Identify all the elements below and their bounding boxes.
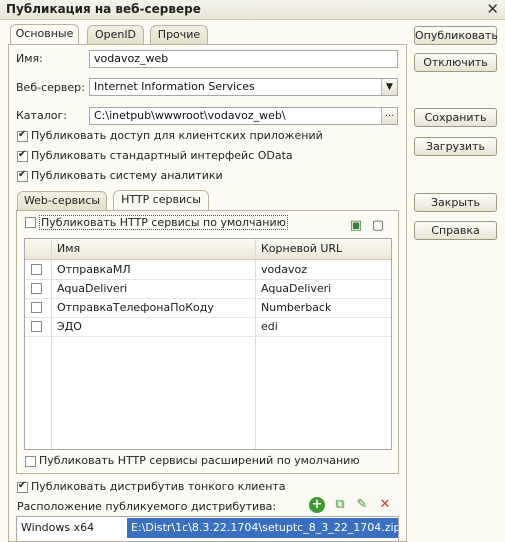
webserver-value: Internet Information Services	[94, 80, 255, 93]
save-button[interactable]: Сохранить	[414, 108, 497, 127]
row-path: E:\Distr\1c\8.3.22.1704\setuptc_8_3_22_1…	[127, 518, 398, 538]
publish-odata-label: Публиковать стандартный интерфейс OData	[31, 149, 293, 162]
copy-icon[interactable]: ⧉	[332, 497, 348, 513]
row-platform: Windows x64	[21, 521, 95, 534]
subtab-web-services[interactable]: Web-сервисы	[17, 191, 107, 211]
close-icon[interactable]: ✕	[486, 0, 499, 18]
load-button[interactable]: Загрузить	[414, 137, 497, 156]
table-row[interactable]: AquaDeliveri AquaDeliveri	[25, 279, 391, 299]
row-name: AquaDeliveri	[57, 282, 128, 295]
column-url-header: Корневой URL	[261, 242, 343, 255]
check-all-icon[interactable]: ▣	[348, 218, 364, 234]
row-url: vodavoz	[261, 263, 307, 276]
tab-main[interactable]: Основные	[10, 24, 79, 46]
delete-icon[interactable]: ✕	[377, 497, 393, 513]
browse-button[interactable]: ...	[381, 108, 397, 124]
publish-thin-client-checkbox[interactable]	[17, 480, 28, 493]
name-label: Имя:	[16, 52, 43, 65]
publish-analytics-label: Публиковать систему аналитики	[31, 169, 223, 182]
publish-http-default-label: Публиковать HTTP сервисы по умолчанию	[39, 215, 288, 230]
publish-thin-client-label: Публиковать дистрибутив тонкого клиента	[31, 480, 286, 493]
publish-analytics-checkbox[interactable]	[17, 169, 28, 182]
row-name: ОтправкаТелефонаПоКоду	[57, 301, 214, 314]
chevron-down-icon[interactable]: ▼	[381, 79, 397, 95]
edit-icon[interactable]: ✎	[354, 497, 370, 513]
add-icon[interactable]: +	[309, 497, 325, 513]
publish-client-access-label: Публиковать доступ для клиентских прилож…	[31, 129, 323, 142]
table-row[interactable]: Windows x64 E:\Distr\1c\8.3.22.1704\setu…	[17, 518, 398, 538]
row-checkbox[interactable]	[31, 321, 42, 332]
row-checkbox[interactable]	[31, 302, 42, 313]
row-name: ЭДО	[57, 320, 82, 333]
row-url: Numberback	[261, 301, 332, 314]
table-row[interactable]: ОтправкаМЛ vodavoz	[25, 260, 391, 280]
tab-other[interactable]: Прочие	[150, 25, 208, 45]
table-header: Имя Корневой URL	[25, 239, 391, 260]
webserver-label: Веб-сервер:	[16, 81, 85, 94]
catalog-field[interactable]: C:\inetpub\wwwroot\vodavoz_web\	[89, 107, 398, 125]
name-field[interactable]: vodavoz_web	[89, 50, 398, 68]
table-row[interactable]: ЭДО edi	[25, 317, 391, 337]
row-url: edi	[261, 320, 278, 333]
title-bar: Публикация на веб-сервере ✕	[0, 0, 505, 20]
row-checkbox[interactable]	[31, 264, 42, 275]
publish-client-access-checkbox[interactable]	[17, 129, 28, 142]
row-url: AquaDeliveri	[261, 282, 332, 295]
publish-http-default-checkbox[interactable]	[25, 217, 36, 228]
row-name: ОтправкаМЛ	[57, 263, 131, 276]
publish-http-ext-label: Публиковать HTTP сервисы расширений по у…	[39, 454, 360, 467]
help-button[interactable]: Справка	[414, 221, 497, 240]
row-checkbox[interactable]	[31, 283, 42, 294]
unpublish-button[interactable]: Отключить	[414, 53, 497, 72]
window-title: Публикация на веб-сервере	[6, 2, 201, 16]
distrib-table[interactable]: Windows x64 E:\Distr\1c\8.3.22.1704\setu…	[16, 516, 399, 541]
publish-odata-checkbox[interactable]	[17, 149, 28, 162]
tab-openid[interactable]: OpenID	[87, 25, 144, 45]
catalog-label: Каталог:	[16, 109, 67, 122]
webserver-select[interactable]: Internet Information Services	[89, 78, 398, 96]
publish-button[interactable]: Опубликовать	[414, 26, 498, 45]
http-services-table[interactable]: Имя Корневой URL ОтправкаМЛ vodavoz Aqua…	[24, 238, 392, 450]
close-button[interactable]: Закрыть	[414, 193, 497, 212]
uncheck-all-icon[interactable]: ▢	[370, 218, 386, 234]
table-row[interactable]: ОтправкаТелефонаПоКоду Numberback	[25, 298, 391, 318]
subtab-http-services[interactable]: HTTP сервисы	[113, 190, 209, 211]
publish-http-ext-checkbox[interactable]	[25, 456, 36, 467]
column-name-header: Имя	[57, 242, 81, 255]
distrib-location-label: Расположение публикуемого дистрибутива:	[17, 500, 277, 513]
